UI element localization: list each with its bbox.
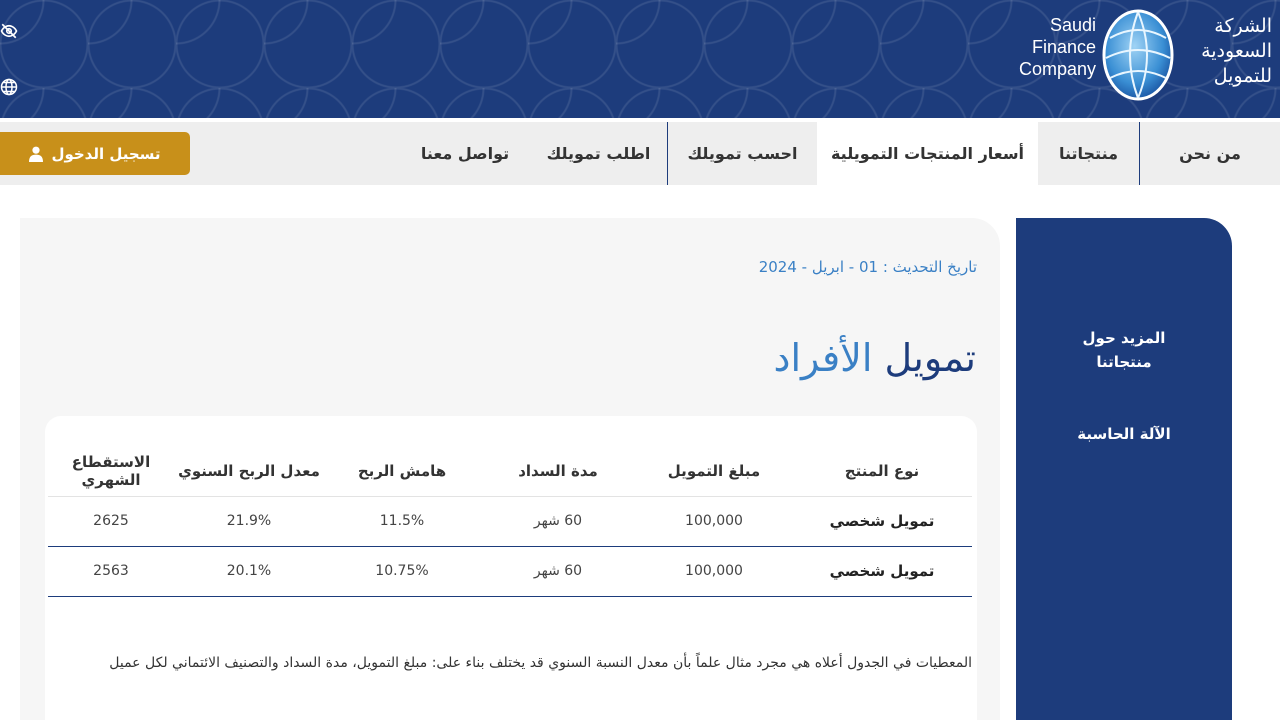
- login-label: تسجيل الدخول: [51, 144, 161, 163]
- rates-table: نوع المنتج مبلغ التمويل مدة السداد هامش …: [48, 446, 972, 597]
- cell-product: تمويل شخصي: [792, 496, 972, 547]
- cell-margin: 10.75%: [324, 546, 480, 597]
- logo-text-en: Saudi Finance Company: [1018, 15, 1096, 79]
- sidebar-item-more-products[interactable]: المزيد حول منتجاتنا: [1016, 326, 1232, 374]
- table-row: تمويل شخصي 100,000 60 شهر 10.75% 20.1% 2…: [48, 546, 972, 597]
- cell-margin: 11.5%: [324, 496, 480, 547]
- cell-monthly: 2625: [48, 496, 174, 547]
- site-header: Saudi Finance Company الشركة السعودية لل…: [0, 0, 1280, 118]
- nav-item-about[interactable]: من نحن: [1140, 122, 1280, 185]
- globe-icon[interactable]: [0, 78, 18, 96]
- page-title-part1: تمويل: [884, 336, 976, 380]
- cell-annual-rate: 21.9%: [174, 496, 324, 547]
- logo-text-ar: الشركة السعودية للتمويل: [1201, 15, 1272, 87]
- login-button[interactable]: تسجيل الدخول: [0, 132, 190, 175]
- user-icon: [29, 146, 44, 162]
- header-annual-rate: معدل الربح السنوي: [174, 446, 324, 497]
- sidebar: المزيد حول منتجاتنا الآلة الحاسبة: [1016, 218, 1232, 720]
- cell-amount: 100,000: [636, 496, 792, 547]
- table-row: تمويل شخصي 100,000 60 شهر 11.5% 21.9% 26…: [48, 496, 972, 547]
- header-product-type: نوع المنتج: [792, 446, 972, 497]
- header-amount: مبلغ التمويل: [636, 446, 792, 497]
- table-header-row: نوع المنتج مبلغ التمويل مدة السداد هامش …: [48, 446, 972, 497]
- header-utility-icons: [0, 22, 22, 134]
- sidebar-item-calculator[interactable]: الآلة الحاسبة: [1016, 422, 1232, 446]
- update-date: تاريخ التحديث : 01 - ابريل - 2024: [758, 258, 977, 276]
- nav-item-request[interactable]: اطلب تمويلك: [530, 122, 667, 185]
- cell-monthly: 2563: [48, 546, 174, 597]
- nav-divider: [667, 122, 668, 185]
- nav-item-calculate[interactable]: احسب تمويلك: [668, 122, 817, 185]
- nav-item-contact[interactable]: تواصل معنا: [400, 122, 530, 185]
- logo-globe-icon: [1102, 9, 1174, 101]
- cell-product: تمويل شخصي: [792, 546, 972, 597]
- eye-slash-icon[interactable]: [0, 22, 18, 40]
- cell-amount: 100,000: [636, 546, 792, 597]
- cell-duration: 60 شهر: [480, 496, 636, 547]
- main-content: تاريخ التحديث : 01 - ابريل - 2024 تمويل …: [20, 218, 1000, 720]
- nav-divider: [1139, 122, 1140, 185]
- page-title-part2: الأفراد: [773, 336, 873, 380]
- cell-annual-rate: 20.1%: [174, 546, 324, 597]
- header-duration: مدة السداد: [480, 446, 636, 497]
- header-margin: هامش الربح: [324, 446, 480, 497]
- company-logo[interactable]: Saudi Finance Company الشركة السعودية لل…: [1018, 8, 1272, 108]
- page-title: تمويل الأفراد: [774, 336, 976, 380]
- header-monthly: الاستقطاع الشهري: [48, 446, 174, 497]
- nav-item-products[interactable]: منتجاتنا: [1038, 122, 1139, 185]
- nav-item-prices[interactable]: أسعار المنتجات التمويلية: [817, 122, 1038, 185]
- cell-duration: 60 شهر: [480, 546, 636, 597]
- disclaimer-text: المعطيات في الجدول أعلاه هي مجرد مثال عل…: [109, 655, 972, 671]
- main-navigation: من نحن منتجاتنا أسعار المنتجات التمويلية…: [0, 122, 1280, 185]
